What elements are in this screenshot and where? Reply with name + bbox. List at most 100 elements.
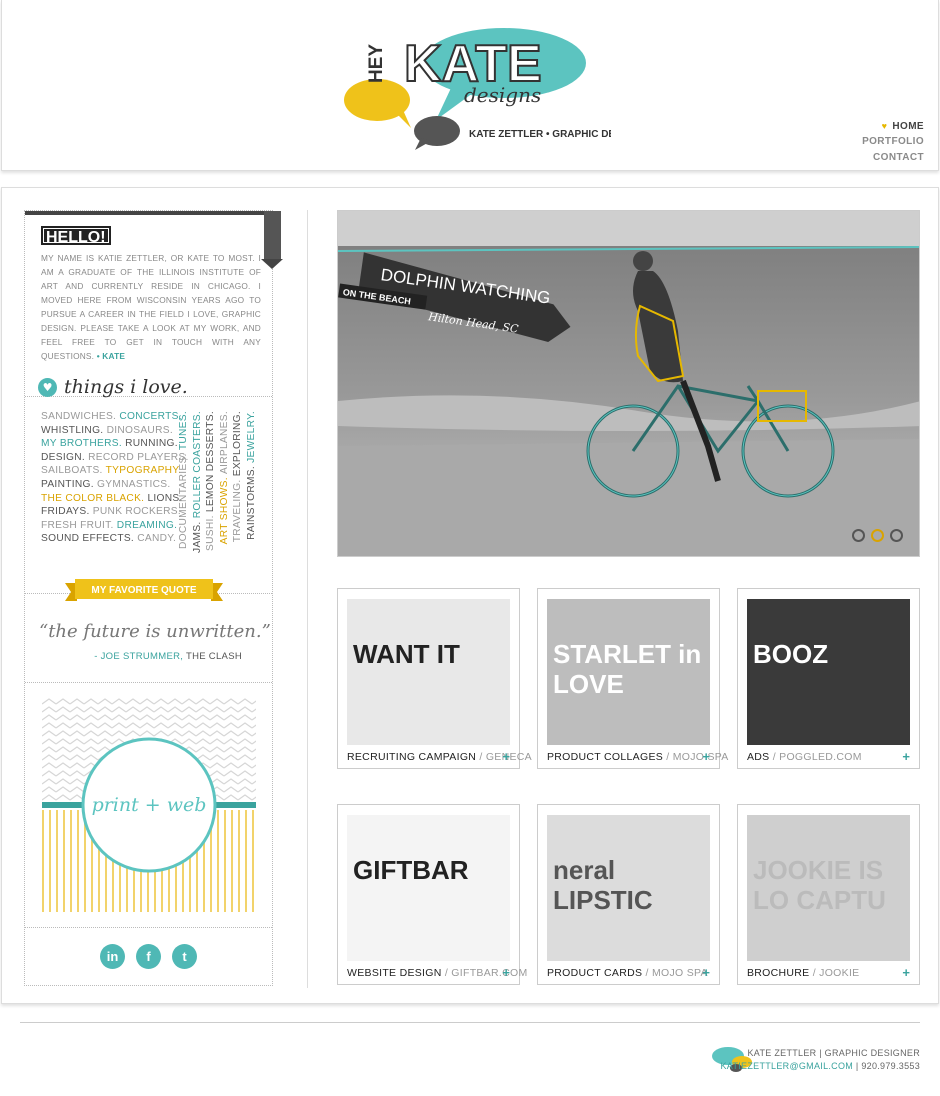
portfolio-card[interactable]: neral LIPSTIC PRODUCT CARDS / MOJO SPA + [537, 804, 720, 985]
footer-divider [20, 1022, 920, 1023]
thumbnail-text: BOOZ [753, 639, 829, 669]
linkedin-icon[interactable]: in [100, 944, 125, 969]
hello-ribbon [264, 211, 281, 259]
love-item: SAILBOATS. [41, 465, 103, 477]
portfolio-card[interactable]: GIFTBAR WEBSITE DESIGN / GIFTBAR.COM + [337, 804, 527, 985]
love-item: ART SHOWS. [218, 477, 230, 545]
vertical-love-column: JAMS. ROLLER COASTERS. [191, 411, 204, 553]
logo-designs-text: designs [464, 83, 541, 107]
love-item: JAMS. [191, 521, 203, 553]
portfolio-thumbnail[interactable]: neral LIPSTIC [547, 815, 710, 961]
footer-name: KATE ZETTLER | GRAPHIC DESIGNER [747, 1048, 920, 1058]
love-item: EXPLORING. [232, 411, 243, 477]
vertical-love-column: ART SHOWS. AIRPLANES. [218, 411, 231, 544]
thumbnail-text: WANT IT [353, 639, 460, 669]
portfolio-thumbnail[interactable]: BOOZ [747, 599, 910, 745]
nav-contact[interactable]: CONTACT [862, 150, 924, 166]
slide-dot[interactable] [890, 529, 903, 542]
twitter-icon[interactable]: t [172, 944, 197, 969]
nav-portfolio[interactable]: PORTFOLIO [862, 134, 924, 150]
hey-kate-logo[interactable]: HEY KATE designs KATE ZETTLER • GRAPHIC … [341, 18, 611, 153]
quote-banner-label: MY FAVORITE QUOTE [91, 585, 197, 596]
love-item: DESIGN. [41, 451, 85, 463]
love-item: RECORD PLAYERS. [88, 451, 189, 463]
love-item: CONCERTS. [119, 411, 182, 422]
love-item: FRESH FRUIT. [41, 519, 114, 531]
portfolio-thumbnail[interactable]: STARLET in LOVE [547, 599, 710, 745]
vertical-love-column: DOCUMENTARIES. TUNES. [177, 411, 190, 549]
portfolio-caption[interactable]: ADS / POGGLED.COM [747, 751, 862, 763]
plus-icon[interactable]: + [702, 965, 710, 980]
nav-home[interactable]: ♥ HOME [862, 118, 924, 134]
slide-dot[interactable] [852, 529, 865, 542]
plus-icon[interactable]: + [502, 965, 510, 980]
footer-email[interactable]: KATIEZETTLER@GMAIL.COM [721, 1061, 854, 1071]
plus-icon[interactable]: + [902, 965, 910, 980]
plus-icon[interactable]: + [502, 749, 510, 764]
plus-icon[interactable]: + [902, 749, 910, 764]
logo-hey-text: HEY [366, 44, 387, 83]
love-item: GYMNASTICS. [97, 478, 171, 490]
thumbnail-text: neral LIPSTIC [553, 855, 653, 915]
thumbnail-text: GIFTBAR [353, 855, 469, 885]
portfolio-caption[interactable]: PRODUCT COLLAGES / MOJO SPA [547, 751, 729, 763]
love-item: DINOSAURS. [106, 424, 173, 436]
portfolio-caption[interactable]: PRODUCT CARDS / MOJO SPA [547, 967, 708, 979]
love-item: TYPOGRAPHY. [105, 465, 182, 477]
social-links: in f t [100, 944, 197, 969]
love-item: TRAVELING. [232, 479, 243, 543]
print-web-label: print + web [92, 794, 207, 816]
love-item: ROLLER COASTERS. [191, 411, 203, 519]
heart-icon: ♥ [38, 377, 57, 397]
facebook-icon[interactable]: f [136, 944, 161, 969]
column-divider [307, 210, 308, 988]
portfolio-thumbnail[interactable]: GIFTBAR [347, 815, 510, 961]
portfolio-caption[interactable]: BROCHURE / JOOKIE [747, 967, 859, 979]
vertical-love-column: SUSHI. LEMON DESSERTS. [204, 411, 217, 551]
love-item: AIRPLANES. [218, 411, 230, 475]
love-item: RUNNING. [125, 438, 178, 450]
divider [25, 682, 272, 683]
main-nav: ♥ HOME PORTFOLIO CONTACT [862, 118, 924, 166]
love-item: JEWELRY. [245, 411, 257, 463]
love-item: THE COLOR BLACK. [41, 492, 145, 504]
footer-info: KATE ZETTLER | GRAPHIC DESIGNER KATIEZET… [721, 1047, 921, 1073]
sidebar: HELLO! MY NAME IS KATIE ZETTLER, OR KATE… [24, 210, 283, 986]
hello-title: HELLO! [41, 226, 111, 246]
thumbnail-text: JOOKIE IS LO CAPTU [753, 855, 886, 915]
heart-icon: ♥ [881, 121, 888, 131]
vertical-love-column: RAINSTORMS. JEWELRY. [245, 411, 258, 540]
love-item: DOCUMENTARIES. [178, 453, 189, 550]
love-item: PAINTING. [41, 478, 94, 490]
slider-dots [852, 529, 903, 542]
love-item: CANDY. [137, 533, 177, 545]
thumbnail-text: STARLET in LOVE [553, 639, 702, 699]
vertical-love-column: TRAVELING. EXPLORING. [231, 411, 244, 542]
favorite-quote: “the future is unwritten.” [39, 621, 271, 642]
portfolio-card[interactable]: JOOKIE IS LO CAPTU BROCHURE / JOOKIE + [737, 804, 920, 985]
intro-signature: • KATE [96, 351, 126, 361]
love-item: TUNES. [178, 411, 189, 451]
portfolio-thumbnail[interactable]: JOOKIE IS LO CAPTU [747, 815, 910, 961]
quote-attribution: - JOE STRUMMER, THE CLASH [94, 651, 242, 662]
plus-icon[interactable]: + [702, 749, 710, 764]
portfolio-caption[interactable]: WEBSITE DESIGN / GIFTBAR.COM [347, 967, 528, 979]
love-item: SUSHI. [205, 515, 216, 552]
portfolio-card[interactable]: STARLET in LOVE PRODUCT COLLAGES / MOJO S… [537, 588, 728, 769]
portfolio-card[interactable]: WANT IT RECRUITING CAMPAIGN / GENECA + [337, 588, 532, 769]
site-header: HEY KATE designs KATE ZETTLER • GRAPHIC … [1, 0, 939, 171]
love-item: DREAMING. [116, 519, 178, 531]
quote-banner: MY FAVORITE QUOTE [65, 579, 223, 601]
hero-image: DOLPHIN WATCHING ON THE BEACH Hilton Hea… [338, 211, 919, 556]
loves-list: SANDWICHES. CONCERTS. WHISTLING. DINOSAUR… [41, 410, 188, 546]
footer-phone: | 920.979.3553 [855, 1061, 920, 1071]
portfolio-thumbnail[interactable]: WANT IT [347, 599, 510, 745]
divider [25, 927, 272, 928]
portfolio-card[interactable]: BOOZ ADS / POGGLED.COM + [737, 588, 920, 769]
hero-slider[interactable]: DOLPHIN WATCHING ON THE BEACH Hilton Hea… [337, 210, 920, 557]
love-item: LEMON DESSERTS. [205, 411, 216, 513]
slide-dot-active[interactable] [871, 529, 884, 542]
love-item: MY BROTHERS. [41, 438, 122, 450]
hello-arrow-icon [261, 259, 283, 269]
love-item: SANDWICHES. [41, 411, 117, 422]
